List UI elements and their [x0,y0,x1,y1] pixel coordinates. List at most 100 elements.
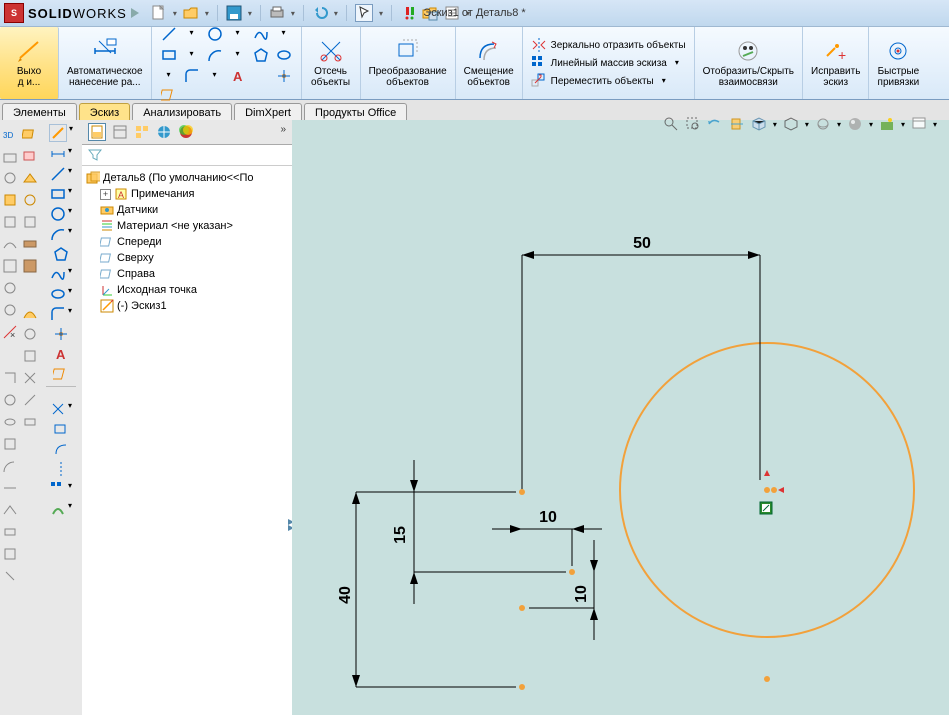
tree-tab-property-icon[interactable] [112,124,128,140]
tool-icon[interactable] [2,302,18,318]
select-cursor-icon[interactable] [355,4,373,22]
auto-dimension-button[interactable]: Автоматическое нанесение ра... [59,27,152,99]
expand-panel-icon[interactable]: » [280,124,286,135]
dropdown-arrow-icon[interactable]: ▾ [675,59,679,68]
tool-icon[interactable] [2,280,18,296]
dropdown-arrow-icon[interactable]: ▾ [773,120,777,129]
undo-icon[interactable] [312,5,328,21]
tool-icon[interactable] [2,480,18,496]
tree-top[interactable]: Сверху [86,250,288,266]
dropdown-arrow-icon[interactable]: ▾ [334,9,338,18]
arc-tool-icon[interactable] [50,226,66,242]
trim-tool-icon[interactable] [50,401,66,417]
tool-icon[interactable] [2,148,18,164]
prev-view-icon[interactable] [707,116,723,132]
tool-icon[interactable] [2,192,18,208]
arc-dropdown-icon[interactable]: ▾ [236,50,240,59]
tool-icon[interactable] [22,304,38,320]
pattern-tool-icon[interactable] [50,481,66,497]
move-tool-icon[interactable] [50,501,66,517]
fillet-dropdown-icon[interactable]: ▾ [213,71,217,80]
dropdown-arrow-icon[interactable]: ▾ [901,120,905,129]
dropdown-arrow-icon[interactable]: ▾ [68,266,72,282]
dimension-text[interactable]: 10 [573,585,590,603]
point-icon[interactable] [276,68,292,84]
new-doc-icon[interactable] [151,5,167,21]
ellipse-dropdown-icon[interactable]: ▾ [167,71,171,80]
dropdown-arrow-icon[interactable]: ▾ [68,306,72,322]
dropdown-arrow-icon[interactable]: ▾ [68,401,72,417]
repair-button[interactable]: + Исправить эскиз [803,27,869,99]
circle-tool-icon[interactable] [50,206,66,222]
sketch-point[interactable] [764,676,770,682]
tree-tab-config-icon[interactable] [134,124,150,140]
line-icon[interactable] [161,26,177,42]
sketch-pencil-icon[interactable] [49,124,67,142]
zoom-fit-icon[interactable] [663,116,679,132]
tool-icon[interactable] [22,192,38,208]
tool-icon[interactable] [22,258,38,274]
dimension-text[interactable]: 10 [539,509,557,526]
tool-icon[interactable] [2,524,18,540]
save-icon[interactable] [226,5,242,21]
dropdown-arrow-icon[interactable]: ▾ [379,9,383,18]
dropdown-arrow-icon[interactable]: ▾ [869,120,873,129]
dimension-text[interactable]: 15 [392,526,409,544]
sketch-point[interactable] [519,605,525,611]
dropdown-arrow-icon[interactable]: ▾ [291,9,295,18]
tool-icon[interactable] [22,214,38,230]
document-props-icon[interactable] [444,5,460,21]
tool-icon[interactable] [22,392,38,408]
tool-icon[interactable] [22,414,38,430]
tool-icon[interactable] [2,546,18,562]
tool-icon[interactable] [2,370,18,386]
tool-icon[interactable] [22,126,38,142]
spline-dropdown-icon[interactable]: ▾ [282,29,286,38]
dropdown-arrow-icon[interactable]: ▾ [68,481,72,497]
tree-sketch1[interactable]: (-) Эскиз1 [86,298,288,314]
tree-tab-render-icon[interactable] [178,124,194,140]
convert-button[interactable]: Преобразование объектов [361,27,456,99]
tool-icon[interactable] [2,568,18,584]
poly-tool-icon[interactable] [53,246,69,262]
dimension-icon[interactable] [50,146,66,162]
spline-tool-icon[interactable] [50,266,66,282]
dropdown-arrow-icon[interactable]: ▾ [69,124,73,142]
line-dropdown-icon[interactable]: ▾ [190,29,194,38]
dropdown-arrow-icon[interactable]: ▾ [933,120,937,129]
poly-icon[interactable] [253,47,269,63]
tool-icon[interactable] [22,348,38,364]
tree-root[interactable]: Деталь8 (По умолчанию<<По [86,170,288,186]
hide-show-icon[interactable] [815,116,831,132]
view-settings-icon[interactable] [911,116,927,132]
dropdown-arrow-icon[interactable]: ▾ [68,186,72,202]
convert-tool-icon[interactable] [53,421,69,437]
dropdown-arrow-icon[interactable]: ▾ [68,206,72,222]
move-entities-button[interactable]: Переместить объекты▾ [531,73,666,89]
tool-icon[interactable] [2,436,18,452]
tool-icon[interactable] [2,458,18,474]
tool-icon[interactable] [22,148,38,164]
feature-tree[interactable]: Деталь8 (По умолчанию<<По +AПримечания Д… [82,166,292,715]
tool-icon[interactable] [2,236,18,252]
filter-row[interactable] [82,145,292,166]
tool-icon[interactable] [2,258,18,274]
graphics-canvas[interactable]: ▾ ▾ ▾ ▾ ▾ ▾ 50 [292,120,949,715]
dropdown-arrow-icon[interactable]: ▾ [248,9,252,18]
dropdown-arrow-icon[interactable]: ▾ [68,166,72,182]
dropdown-arrow-icon[interactable]: ▾ [205,9,209,18]
tree-tab-dimxpert-icon[interactable] [156,124,172,140]
circle-icon[interactable] [207,26,223,42]
line-tool-icon[interactable] [50,166,66,182]
sketch-svg[interactable]: 50 40 15 [292,120,949,715]
offset-button[interactable]: Смещение объектов [456,27,523,99]
fillet-icon[interactable] [184,68,200,84]
dropdown-arrow-icon[interactable]: ▾ [805,120,809,129]
dropdown-arrow-icon[interactable]: ▾ [837,120,841,129]
plane-icon[interactable] [161,87,177,103]
dropdown-arrow-icon[interactable]: ▾ [173,9,177,18]
dropdown-arrow-icon[interactable]: ▾ [68,146,72,162]
rect-dropdown-icon[interactable]: ▾ [190,50,194,59]
fillet-tool-icon[interactable] [50,306,66,322]
sketch-point[interactable] [569,569,575,575]
